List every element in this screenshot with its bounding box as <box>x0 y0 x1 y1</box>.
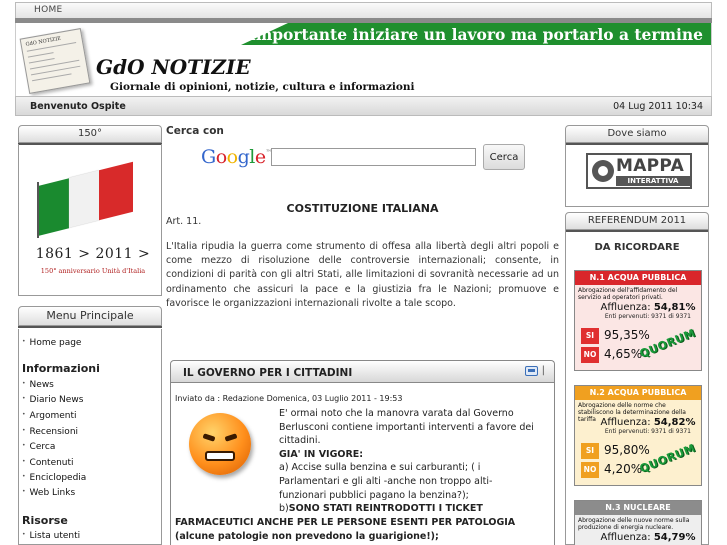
map-pin-icon <box>592 160 614 182</box>
site-header: Non è importante iniziare un lavoro ma p… <box>15 23 712 96</box>
news-point-b-lead: b) <box>279 503 289 515</box>
referendum-title: REFERENDUM 2011 <box>565 212 709 230</box>
site-subtitle: Giornale di opinioni, notizie, cultura e… <box>110 81 415 93</box>
top-nav: HOME <box>15 2 712 18</box>
search-label: Cerca con <box>166 125 224 137</box>
google-logo: Google™ <box>201 146 272 168</box>
interattiva-text: INTERATTIVA <box>616 176 690 186</box>
menu-item-news[interactable]: News <box>22 380 54 390</box>
menu-item-argomenti[interactable]: Argomenti <box>22 411 77 421</box>
card-1-affluenza: Affluenza: 54,81% <box>600 302 696 313</box>
menu-item-lista-utenti[interactable]: Lista utenti <box>22 531 81 541</box>
referendum-heading: DA RICORDARE <box>594 242 680 253</box>
news-intro: E' ormai noto che la manovra varata dal … <box>279 408 534 447</box>
mappa-interattiva-link[interactable]: MAPPA INTERATTIVA <box>586 153 692 189</box>
search-input[interactable] <box>271 148 476 166</box>
news-title-bar: IL GOVERNO PER I CITTADINI | <box>171 361 554 383</box>
referendum-card-3[interactable]: N.3 NUCLEARE Abrogazione delle nuove nor… <box>574 500 702 545</box>
referendum-card-2[interactable]: N.2 ACQUA PUBBLICA Abrogazione delle nor… <box>574 385 702 486</box>
card-3-desc: Abrogazione delle nuove norme sulla prod… <box>578 517 690 531</box>
constitution-title: COSTITUZIONE ITALIANA <box>286 202 439 215</box>
search-button[interactable]: Cerca <box>483 144 525 170</box>
news-title[interactable]: IL GOVERNO PER I CITTADINI <box>183 367 352 379</box>
dove-siamo-title: Dove siamo <box>565 125 709 143</box>
menu-item-home[interactable]: Home page <box>22 338 82 348</box>
referendum-box: DA RICORDARE N.1 ACQUA PUBBLICA Abrogazi… <box>565 230 709 545</box>
current-datetime: 04 Lug 2011 10:34 <box>613 101 703 112</box>
nav-home-link[interactable]: HOME <box>34 5 63 15</box>
card-2-enti: Enti pervenuti: 9371 di 9371 <box>604 428 691 435</box>
card-2-title: N.2 ACQUA PUBBLICA <box>575 386 701 400</box>
menu-heading-risorse: Risorse <box>22 514 68 527</box>
menu-item-cerca[interactable]: Cerca <box>22 442 56 452</box>
menu-item-diario-news[interactable]: Diario News <box>22 395 84 405</box>
main-menu: Home page Informazioni News Diario News … <box>18 329 162 545</box>
title-separator: | <box>541 365 545 376</box>
angry-face-icon <box>189 413 251 475</box>
menu-title: Menu Principale <box>18 306 162 326</box>
card-1-desc: Abrogazione dell'affidamento del servizi… <box>578 287 678 301</box>
menu-item-contenuti[interactable]: Contenuti <box>22 458 74 468</box>
welcome-bar: Benvenuto Ospite 04 Lug 2011 10:34 <box>15 96 712 116</box>
card-2-desc: Abrogazione delle norme che stabiliscono… <box>578 402 686 423</box>
years-text: 1861 > 2011 > <box>35 246 151 262</box>
newspaper-logo[interactable]: GdO NOTIZIE <box>19 28 91 94</box>
card-3-title: N.3 NUCLEARE <box>575 501 701 515</box>
menu-item-web-links[interactable]: Web Links <box>22 488 76 498</box>
slogan-text: Non è importante iniziare un lavoro ma p… <box>193 25 704 44</box>
news-body: E' ormai noto che la manovra varata dal … <box>279 407 539 516</box>
news-meta: Inviato da : Redazione Domenica, 03 Lugl… <box>175 394 403 403</box>
site-title[interactable]: GdO NOTIZIE <box>96 55 251 79</box>
news-point-b-continued: FARMACEUTICI ANCHE PER LE PERSONE ESENTI… <box>175 517 516 542</box>
constitution-text: L'Italia ripudia la guerra come strument… <box>166 241 559 309</box>
news-gia-heading: GIA' IN VIGORE: <box>279 448 364 460</box>
menu-item-recensioni[interactable]: Recensioni <box>22 427 78 437</box>
card-1-title: N.1 ACQUA PUBBLICA <box>575 271 701 285</box>
card-3-affluenza: Affluenza: 54,79% <box>600 532 696 543</box>
box-150-title: 150° <box>18 125 162 143</box>
menu-heading-informazioni: Informazioni <box>22 362 100 375</box>
constitution-article: Art. 11. <box>166 216 202 227</box>
news-article: IL GOVERNO PER I CITTADINI | Inviato da … <box>170 360 555 545</box>
menu-item-enciclopedia[interactable]: Enciclopedia <box>22 473 87 483</box>
news-point-b: SONO STATI REINTRODOTTI I TICKET <box>288 503 483 515</box>
card-1-enti: Enti pervenuti: 9371 di 9371 <box>604 313 691 320</box>
print-icon[interactable] <box>525 366 538 376</box>
italian-flag-image <box>31 161 151 238</box>
welcome-greeting: Benvenuto Ospite <box>30 101 126 112</box>
unita-italia-banner[interactable]: 1861 > 2011 > 150° anniversario Unità d'… <box>18 144 162 296</box>
referendum-card-1[interactable]: N.1 ACQUA PUBBLICA Abrogazione dell'affi… <box>574 270 702 371</box>
news-point-a: a) Accise sulla benzina e sui carburanti… <box>279 462 493 501</box>
anniversary-text: 150° anniversario Unità d'Italia <box>40 267 146 275</box>
mappa-text: MAPPA <box>616 156 685 176</box>
mappa-box: MAPPA INTERATTIVA <box>565 143 709 207</box>
